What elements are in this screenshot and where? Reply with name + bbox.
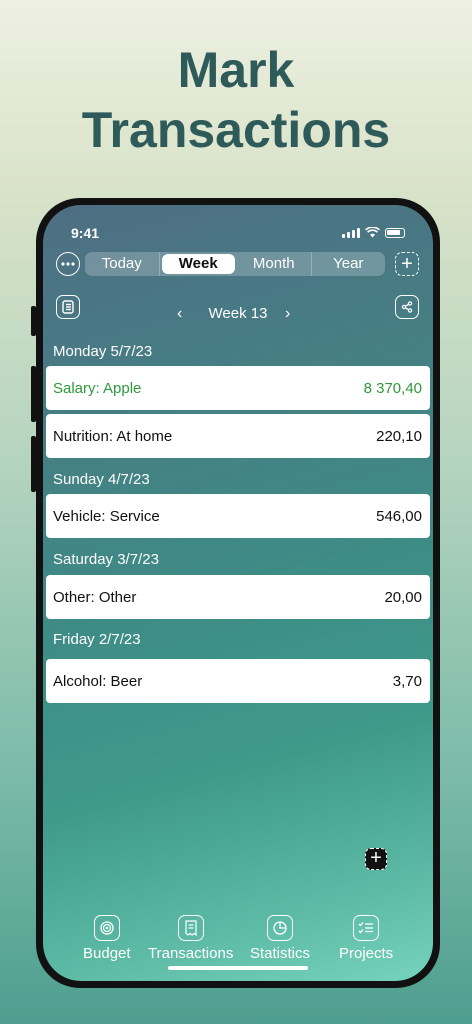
pie-chart-icon bbox=[267, 915, 293, 941]
segment-today[interactable]: Today bbox=[85, 252, 160, 276]
tab-label: Statistics bbox=[250, 945, 311, 962]
period-segmented-control: Today Week Month Year bbox=[85, 252, 385, 276]
transaction-amount: 220,10 bbox=[376, 427, 422, 445]
phone-frame: 9:41 Today Week Month Year + ‹ Week 13 ›… bbox=[36, 198, 440, 988]
transaction-row[interactable]: Nutrition: At home 220,10 bbox=[46, 414, 430, 458]
wifi-icon bbox=[365, 227, 380, 238]
segment-week[interactable]: Week bbox=[161, 254, 235, 274]
plus-square-icon: + bbox=[401, 253, 413, 275]
tab-statistics[interactable]: Statistics bbox=[250, 915, 310, 962]
headline: Mark Transactions bbox=[0, 40, 472, 160]
segment-month[interactable]: Month bbox=[237, 252, 312, 276]
transaction-row[interactable]: Alcohol: Beer 3,70 bbox=[46, 659, 430, 703]
day-header: Friday 2/7/23 bbox=[53, 631, 141, 648]
checklist-icon bbox=[353, 915, 380, 941]
tab-projects[interactable]: Projects bbox=[339, 915, 393, 962]
transaction-name: Nutrition: At home bbox=[53, 427, 173, 445]
quick-add-button[interactable]: + bbox=[365, 848, 387, 870]
status-time: 9:41 bbox=[71, 225, 100, 241]
budget-icon bbox=[93, 915, 120, 941]
receipt-icon bbox=[177, 915, 204, 941]
transaction-row[interactable]: Other: Other 20,00 bbox=[46, 575, 430, 619]
tab-label: Transactions bbox=[148, 945, 234, 962]
day-header: Sunday 4/7/23 bbox=[53, 471, 150, 488]
tab-budget[interactable]: Budget bbox=[83, 915, 131, 962]
transaction-row[interactable]: Salary: Apple 8 370,40 bbox=[46, 366, 430, 410]
ellipsis-circle-icon bbox=[61, 262, 75, 266]
transaction-amount: 546,00 bbox=[376, 507, 422, 525]
battery-icon bbox=[385, 227, 405, 238]
share-button[interactable] bbox=[395, 295, 419, 319]
tab-label: Budget bbox=[83, 945, 131, 962]
chevron-right-icon[interactable]: › bbox=[285, 305, 290, 323]
day-header: Monday 5/7/23 bbox=[53, 343, 153, 360]
tab-transactions[interactable]: Transactions bbox=[148, 915, 233, 962]
add-button[interactable]: + bbox=[395, 252, 419, 276]
share-icon bbox=[401, 301, 413, 313]
status-icons bbox=[342, 227, 405, 238]
tab-label: Projects bbox=[339, 945, 394, 962]
home-indicator[interactable] bbox=[168, 966, 308, 970]
transaction-name: Salary: Apple bbox=[53, 379, 142, 397]
transaction-name: Alcohol: Beer bbox=[53, 672, 143, 690]
transaction-amount: 3,70 bbox=[392, 672, 422, 690]
headline-line-2: Transactions bbox=[81, 102, 391, 158]
signal-icon bbox=[342, 227, 360, 238]
segment-year[interactable]: Year bbox=[312, 252, 386, 276]
plus-icon: + bbox=[370, 847, 382, 869]
day-header: Saturday 3/7/23 bbox=[53, 551, 159, 568]
transaction-name: Other: Other bbox=[53, 588, 137, 606]
app-screen: 9:41 Today Week Month Year + ‹ Week 13 ›… bbox=[43, 205, 433, 981]
transaction-row[interactable]: Vehicle: Service 546,00 bbox=[46, 494, 430, 538]
transaction-amount: 8 370,40 bbox=[363, 379, 422, 397]
headline-line-1: Mark bbox=[177, 42, 295, 98]
transaction-amount: 20,00 bbox=[384, 588, 422, 606]
week-label: Week 13 bbox=[208, 305, 268, 322]
transaction-name: Vehicle: Service bbox=[53, 507, 160, 525]
more-options-button[interactable] bbox=[56, 252, 80, 276]
status-bar: 9:41 bbox=[43, 217, 433, 241]
chevron-left-icon[interactable]: ‹ bbox=[177, 305, 182, 323]
week-navigator: ‹ Week 13 › bbox=[43, 305, 433, 322]
